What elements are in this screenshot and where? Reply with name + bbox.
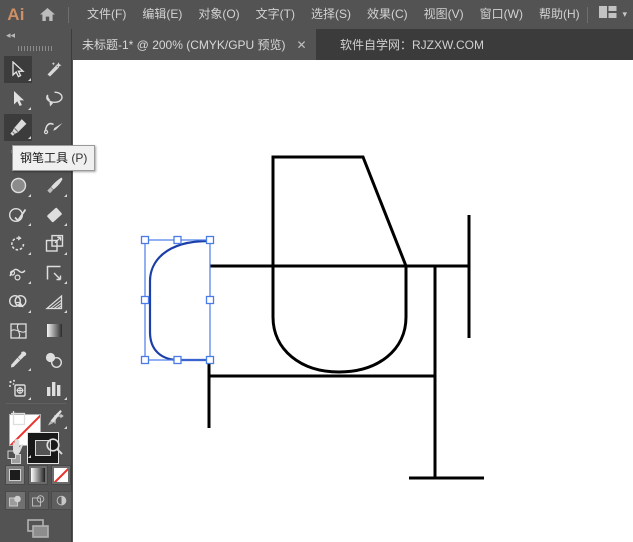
gradient-tool[interactable]	[36, 316, 72, 345]
handle-tr	[205, 235, 215, 245]
menu-bar: Ai 文件(F) 编辑(E) 对象(O) 文字(T) 选择(S) 效果(C) 视…	[0, 0, 633, 29]
tool-flyout-corner-icon	[64, 223, 67, 226]
menu-effect[interactable]: 效果(C)	[359, 0, 416, 29]
tool-flyout-corner-icon	[64, 252, 67, 255]
curvature-tool[interactable]	[36, 113, 72, 142]
tool-flyout-corner-icon	[64, 194, 67, 197]
collapse-panel-icon[interactable]: ◂◂	[0, 29, 71, 42]
workspace-switcher-icon[interactable]	[599, 5, 617, 24]
menu-window[interactable]: 窗口(W)	[472, 0, 531, 29]
ai-logo: Ai	[7, 5, 25, 24]
magic-wand-tool[interactable]	[36, 55, 72, 84]
handle-bc	[173, 355, 182, 365]
menu-file[interactable]: 文件(F)	[79, 0, 134, 29]
tooltip-label: 钢笔工具	[20, 151, 69, 165]
draw-normal-button[interactable]	[5, 491, 26, 510]
selected-pen-path	[148, 239, 210, 362]
ellipse-shape-tool[interactable]	[0, 171, 36, 200]
tool-flyout-corner-icon	[64, 281, 67, 284]
menu-object[interactable]: 对象(O)	[190, 0, 247, 29]
direct-selection-tool[interactable]	[0, 84, 36, 113]
handle-ml	[140, 295, 150, 305]
close-icon[interactable]: ✕	[296, 38, 308, 52]
menu-items: 文件(F) 编辑(E) 对象(O) 文字(T) 选择(S) 效果(C) 视图(V…	[79, 0, 588, 29]
home-icon[interactable]	[32, 7, 62, 22]
selection-tool[interactable]	[0, 55, 36, 84]
draw-behind-button[interactable]	[28, 491, 49, 510]
handle-tc	[173, 235, 182, 245]
menu-bar-right: ▾	[581, 0, 627, 29]
draw-mode-buttons	[5, 491, 72, 510]
menu-edit[interactable]: 编辑(E)	[134, 0, 190, 29]
menu-divider-right	[587, 6, 589, 23]
tool-flyout-corner-icon	[28, 223, 31, 226]
chevron-down-icon[interactable]: ▾	[622, 9, 627, 20]
tool-flyout-corner-icon	[28, 368, 31, 371]
symbol-sprayer-tool[interactable]	[0, 374, 36, 403]
panel-drag-grip[interactable]	[0, 42, 71, 55]
watermark-note: 软件自学网：RJZXW.COM	[340, 38, 484, 52]
menu-type[interactable]: 文字(T)	[248, 0, 303, 29]
pen-tool[interactable]	[0, 113, 36, 142]
selected-path-group	[140, 235, 215, 365]
menu-help[interactable]: 帮助(H)	[531, 0, 588, 29]
tool-flyout-corner-icon	[64, 426, 67, 429]
tab-document-1[interactable]: 未标题-1* @ 200% (CMYK/GPU 预览) ✕	[70, 29, 316, 60]
blend-tool[interactable]	[36, 345, 72, 374]
menu-view[interactable]: 视图(V)	[416, 0, 472, 29]
width-tool[interactable]	[0, 258, 36, 287]
tool-tooltip: 钢笔工具 (P)	[12, 145, 96, 171]
shaper-tool[interactable]	[0, 200, 36, 229]
tool-flyout-corner-icon	[28, 194, 31, 197]
tool-flyout-corner-icon	[64, 310, 67, 313]
perspective-grid-tool[interactable]	[36, 287, 72, 316]
menu-divider	[68, 6, 69, 23]
tool-flyout-corner-icon	[28, 252, 31, 255]
column-graph-tool[interactable]	[36, 374, 72, 403]
menu-select[interactable]: 选择(S)	[303, 0, 359, 29]
change-screen-mode-icon[interactable]	[0, 515, 72, 542]
tools-panel: ◂◂	[0, 29, 72, 542]
selection-bbox	[144, 239, 211, 361]
eraser-tool[interactable]	[36, 200, 72, 229]
illustrator-window: Ai 文件(F) 编辑(E) 对象(O) 文字(T) 选择(S) 效果(C) 视…	[0, 0, 633, 542]
free-transform-tool[interactable]	[36, 258, 72, 287]
tool-flyout-corner-icon	[28, 107, 31, 110]
gradient-mode-button[interactable]	[28, 465, 48, 485]
canvas-area[interactable]	[73, 60, 633, 542]
tool-flyout-corner-icon	[28, 136, 31, 139]
tool-grid	[0, 55, 71, 461]
shape-builder-tool[interactable]	[0, 287, 36, 316]
tool-flyout-corner-icon	[64, 397, 67, 400]
scale-tool[interactable]	[36, 229, 72, 258]
draw-inside-button[interactable]	[51, 491, 72, 510]
mixer-drawing	[207, 155, 484, 480]
panel-divider	[6, 403, 66, 404]
tab-title: 未标题-1* @ 200% (CMYK/GPU 预览)	[82, 38, 286, 52]
document-tab-bar: 未标题-1* @ 200% (CMYK/GPU 预览) ✕ 软件自学网：RJZX…	[0, 29, 633, 60]
artwork-svg	[140, 155, 484, 480]
tool-flyout-corner-icon	[28, 310, 31, 313]
tool-flyout-corner-icon	[28, 78, 31, 81]
tool-flyout-corner-icon	[28, 455, 31, 458]
color-mode-button[interactable]	[5, 465, 25, 485]
paintbrush-tool[interactable]	[36, 171, 72, 200]
eyedropper-tool[interactable]	[0, 345, 36, 374]
none-mode-button[interactable]	[51, 465, 71, 485]
mesh-tool[interactable]	[0, 316, 36, 345]
tooltip-shortcut: (P)	[71, 151, 88, 165]
fill-mode-buttons	[5, 465, 71, 485]
tool-flyout-corner-icon	[28, 281, 31, 284]
handle-tl	[140, 235, 150, 245]
handle-mr	[205, 295, 215, 305]
rotate-tool[interactable]	[0, 229, 36, 258]
tool-flyout-corner-icon	[28, 397, 31, 400]
handle-bl	[140, 355, 150, 365]
handle-br	[205, 355, 215, 365]
lasso-tool[interactable]	[36, 84, 72, 113]
